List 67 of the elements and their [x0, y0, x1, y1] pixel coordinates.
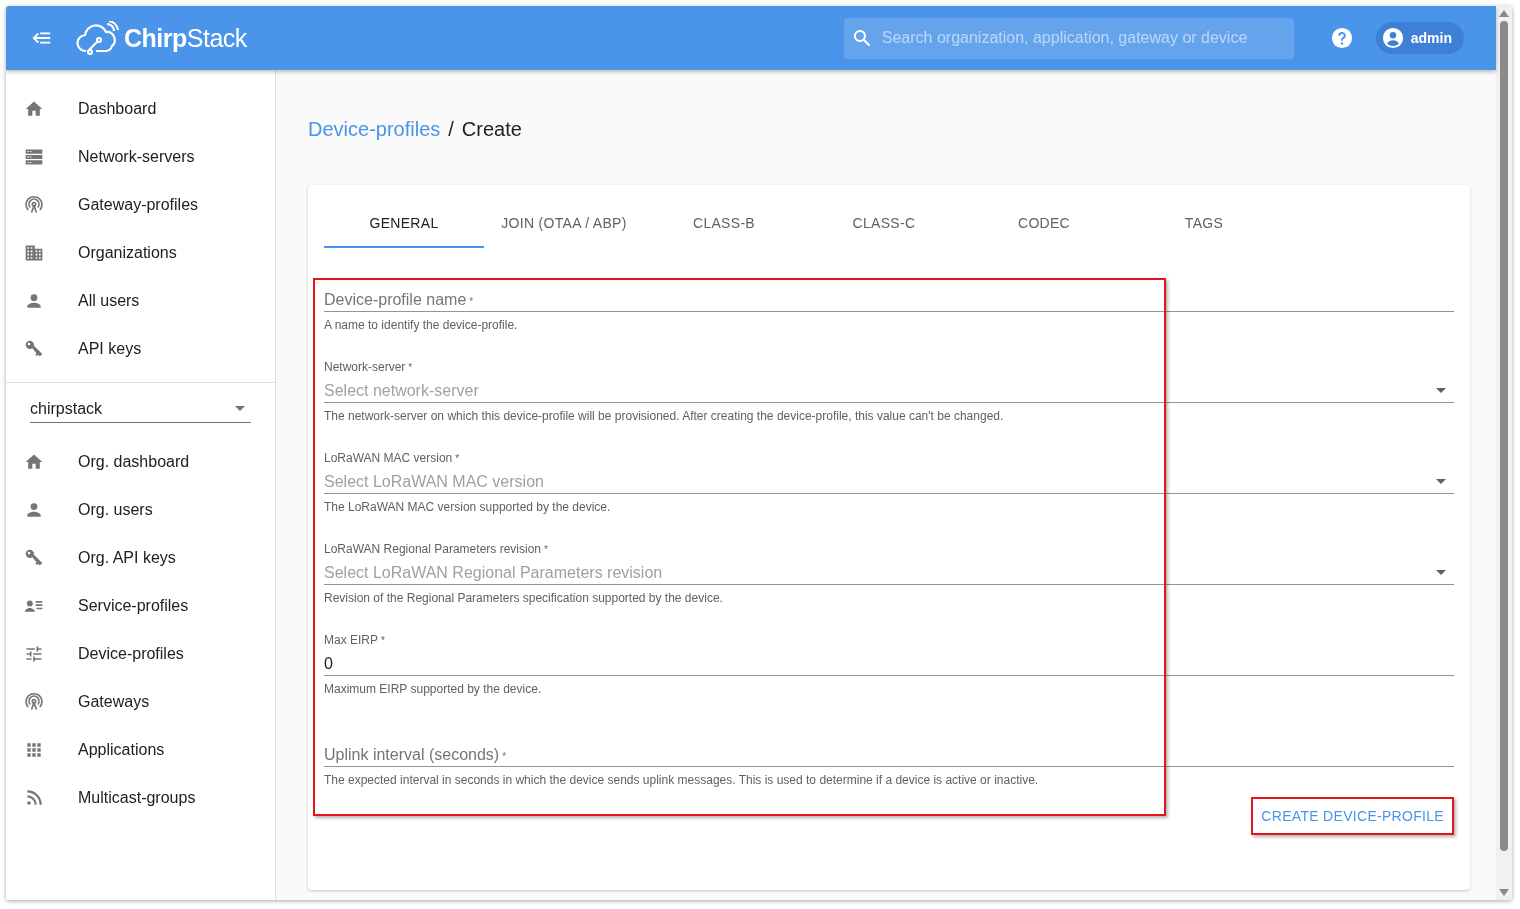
dropdown-caret-icon — [1436, 479, 1446, 484]
sliders-icon — [24, 644, 44, 664]
help-icon — [1330, 27, 1353, 49]
rss-icon — [24, 788, 44, 808]
search-icon — [851, 28, 872, 48]
key-icon — [24, 339, 44, 359]
sidebar-item[interactable]: Org. dashboard — [6, 438, 275, 486]
field-label: LoRaWAN MAC version * — [324, 451, 460, 465]
cloud-logo-icon — [76, 21, 120, 55]
dropdown-caret-icon — [1436, 570, 1446, 575]
tab[interactable]: JOIN (OTAA / ABP) — [484, 200, 644, 248]
field-label: LoRaWAN Regional Parameters revision * — [324, 542, 548, 556]
organization-select[interactable]: chirpstack — [30, 395, 251, 423]
scrollbar[interactable] — [1496, 6, 1512, 900]
key-icon — [24, 548, 44, 568]
helper-text: Maximum EIRP supported by the device. — [324, 682, 543, 696]
sidebar-item[interactable]: Network-servers — [6, 133, 275, 181]
person-icon — [24, 500, 44, 520]
sidebar-item[interactable]: Org. users — [6, 486, 275, 534]
input-field[interactable]: 0 — [324, 652, 1454, 676]
tab[interactable]: CODEC — [964, 200, 1124, 248]
breadcrumb-separator: / — [448, 117, 454, 142]
search-bar[interactable]: Search organization, application, gateway or device — [843, 17, 1294, 59]
home-icon — [24, 452, 44, 472]
sidebar-item[interactable]: Device-profiles — [6, 630, 275, 678]
sidebar-item[interactable]: Gateways — [6, 678, 275, 726]
home-icon — [24, 99, 44, 119]
search-field[interactable]: Search organization, application, gateway or device — [881, 26, 1286, 50]
sidebar-item[interactable]: Org. API keys — [6, 534, 275, 582]
antenna-icon — [24, 195, 44, 215]
dropdown-caret-icon — [1436, 388, 1446, 393]
field-label: Network-server * — [324, 360, 413, 374]
sidebar-item[interactable]: Organizations — [6, 229, 275, 277]
tab[interactable]: CLASS-C — [804, 200, 964, 248]
tab[interactable]: TAGS — [1124, 200, 1284, 248]
grid-icon — [24, 740, 44, 760]
sidebar-item[interactable]: Multicast-groups — [6, 774, 275, 822]
input-field[interactable]: Uplink interval (seconds) * — [324, 743, 1454, 767]
user-menu-button[interactable]: admin — [1375, 22, 1464, 54]
server-rack-icon — [24, 147, 44, 167]
page-title: Create — [461, 117, 522, 142]
building-icon — [24, 243, 44, 263]
sidebar-item[interactable]: Applications — [6, 726, 275, 774]
scroll-down-arrow-icon[interactable] — [1499, 889, 1509, 896]
helper-text: The network-server on which this device-profile will be provisioned. After creating the device-profile, this value can't be changed. — [324, 409, 1005, 423]
dropdown-caret-icon — [235, 406, 245, 411]
helper-text: The LoRaWAN MAC version supported by the device. — [324, 500, 612, 514]
help-button[interactable] — [1329, 26, 1354, 50]
person-icon — [24, 291, 44, 311]
helper-text: The expected interval in seconds in which the device sends uplink messages. This is used to determine if a device is active or inactive. — [324, 773, 1040, 787]
sidebar-item[interactable]: Dashboard — [6, 85, 275, 133]
sidebar-item[interactable]: Service-profiles — [6, 582, 275, 630]
sidebar-item[interactable]: API keys — [6, 325, 275, 373]
field-label: Device-profile name * — [324, 289, 474, 310]
input-field[interactable]: Device-profile name * — [324, 288, 1454, 312]
tab[interactable]: GENERAL — [324, 200, 484, 248]
antenna-icon — [24, 692, 44, 712]
sidebar-item[interactable]: Gateway-profiles — [6, 181, 275, 229]
account-icon — [1381, 27, 1404, 49]
helper-text: A name to identify the device-profile. — [324, 318, 519, 332]
sidebar-item[interactable]: All users — [6, 277, 275, 325]
helper-text: Revision of the Regional Parameters specification supported by the device. — [324, 591, 724, 605]
tab[interactable]: CLASS-B — [644, 200, 804, 248]
scroll-up-arrow-icon[interactable] — [1499, 10, 1509, 17]
field-label: Uplink interval (seconds) * — [324, 744, 507, 765]
logo-text: ChirpStack — [124, 25, 247, 51]
field-label: Max EIRP * — [324, 633, 385, 647]
